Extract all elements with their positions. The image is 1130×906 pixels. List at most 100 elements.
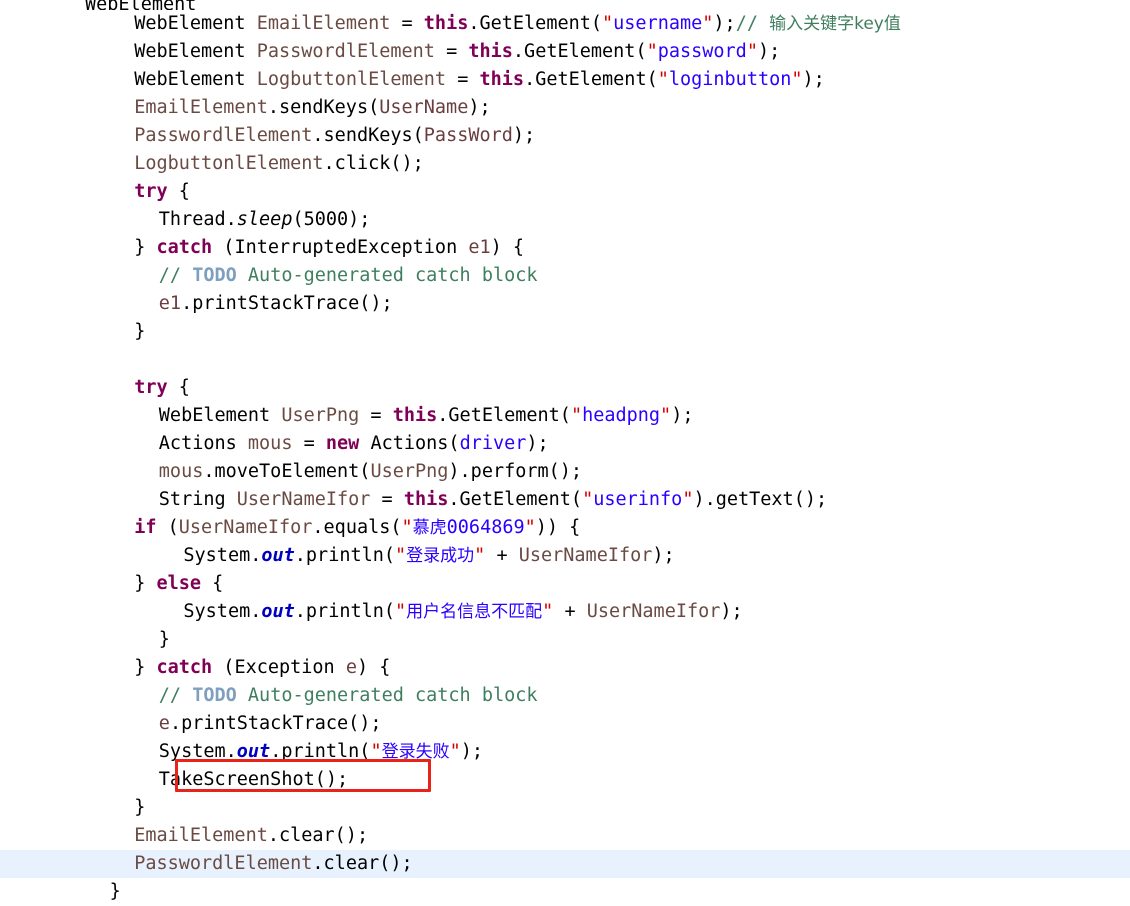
code-line[interactable]: WebElement xyxy=(0,0,1130,10)
code-token: driver xyxy=(459,433,527,454)
code-token: UserName xyxy=(379,97,469,118)
code-token: = xyxy=(434,41,469,62)
code-line-content: Actions mous = new Actions(driver); xyxy=(0,430,1130,458)
code-line[interactable]: LogbuttonlElement.click(); xyxy=(0,150,1130,178)
code-token: PasswordlElement xyxy=(256,41,435,62)
code-line[interactable]: } xyxy=(0,794,1130,822)
code-line[interactable]: } xyxy=(0,626,1130,654)
code-token: UserPng xyxy=(370,461,449,482)
code-token: try xyxy=(134,377,168,398)
code-line[interactable]: System.out.println("登录成功" + UserNameIfor… xyxy=(0,542,1130,570)
code-token: " xyxy=(682,489,694,510)
code-token: (InterruptedException xyxy=(212,237,469,258)
code-token: " xyxy=(646,41,658,62)
code-token: } xyxy=(158,629,170,650)
code-token: (Exception xyxy=(212,657,346,678)
code-line-content: e.printStackTrace(); xyxy=(0,710,1130,738)
code-token: { xyxy=(167,181,190,202)
code-token: 0064869 xyxy=(446,517,525,538)
code-token: userinfo xyxy=(593,489,683,510)
code-line[interactable]: WebElement UserPng = this.GetElement("he… xyxy=(0,402,1130,430)
code-line-content: try { xyxy=(0,374,1130,402)
code-token: " xyxy=(660,405,672,426)
code-line[interactable]: Thread.sleep(5000); xyxy=(0,206,1130,234)
code-token: 登录成功 xyxy=(406,546,475,566)
code-line[interactable]: WebElement EmailElement = this.GetElemen… xyxy=(0,10,1130,38)
code-token: .sendKeys( xyxy=(267,97,380,118)
code-token: .GetElement( xyxy=(448,489,583,510)
code-line[interactable]: } else { xyxy=(0,570,1130,598)
code-token: e1 xyxy=(158,293,182,314)
code-line[interactable]: e.printStackTrace(); xyxy=(0,710,1130,738)
code-token: ); xyxy=(526,433,549,454)
code-token: .printStackTrace(); xyxy=(181,293,393,314)
code-line[interactable]: if (UserNameIfor.equals("慕虎0064869")) { xyxy=(0,514,1130,542)
code-line[interactable]: EmailElement.clear(); xyxy=(0,822,1130,850)
code-token: out xyxy=(236,741,271,762)
code-token: ); xyxy=(468,97,491,118)
code-line[interactable]: } catch (InterruptedException e1) { xyxy=(0,234,1130,262)
code-line-content: } xyxy=(0,318,1130,346)
code-line[interactable]: // TODO Auto-generated catch block xyxy=(0,682,1130,710)
code-line[interactable]: // TODO Auto-generated catch block xyxy=(0,262,1130,290)
code-token: // xyxy=(158,265,193,286)
code-line[interactable]: } xyxy=(0,878,1130,906)
code-line[interactable]: TakeScreenShot(); xyxy=(0,766,1130,794)
code-line[interactable]: System.out.println("登录失败"); xyxy=(0,738,1130,766)
code-token: ); xyxy=(652,545,675,566)
code-line[interactable]: e1.printStackTrace(); xyxy=(0,290,1130,318)
code-line[interactable]: Actions mous = new Actions(driver); xyxy=(0,430,1130,458)
code-token: TakeScreenShot(); xyxy=(158,769,349,790)
code-line[interactable]: WebElement LogbuttonlElement = this.GetE… xyxy=(0,66,1130,94)
code-line[interactable]: } catch (Exception e) { xyxy=(0,654,1130,682)
code-token: Auto-generated catch block xyxy=(236,685,538,706)
code-token: 输入关键字key值 xyxy=(769,14,901,34)
code-token: System. xyxy=(158,741,237,762)
code-token: headpng xyxy=(582,405,661,426)
code-line[interactable]: try { xyxy=(0,374,1130,402)
code-line[interactable]: String UserNameIfor = this.GetElement("u… xyxy=(0,486,1130,514)
code-token: ).getText(); xyxy=(693,489,828,510)
code-token: this xyxy=(403,489,449,510)
code-line[interactable]: PasswordlElement.sendKeys(PassWord); xyxy=(0,122,1130,150)
code-line[interactable]: mous.moveToElement(UserPng).perform(); xyxy=(0,458,1130,486)
code-line[interactable]: try { xyxy=(0,178,1130,206)
code-token: } xyxy=(134,321,146,342)
code-line-content: TakeScreenShot(); xyxy=(0,766,1130,794)
code-line[interactable]: } xyxy=(0,318,1130,346)
code-token: 登录失败 xyxy=(381,742,450,762)
code-token: e1 xyxy=(468,237,491,258)
code-token: ).perform(); xyxy=(448,461,583,482)
code-token: .click(); xyxy=(323,153,424,174)
code-token: Thread. xyxy=(158,209,237,230)
code-token: Auto-generated catch block xyxy=(236,265,538,286)
code-token: .GetElement( xyxy=(524,69,658,90)
code-line-content: EmailElement.sendKeys(UserName); xyxy=(0,94,1130,122)
code-line-content: String UserNameIfor = this.GetElement("u… xyxy=(0,486,1130,514)
code-token: .GetElement( xyxy=(468,13,603,34)
code-token: LogbuttonlElement xyxy=(256,69,447,90)
code-token: (5000); xyxy=(292,209,371,230)
code-token: " xyxy=(542,601,554,622)
code-line-content: Thread.sleep(5000); xyxy=(0,206,1130,234)
code-lines-container[interactable]: WebElement WebElement EmailElement = thi… xyxy=(0,0,1130,906)
code-token: catch xyxy=(156,657,213,678)
code-token: .clear(); xyxy=(312,853,413,874)
code-token: username xyxy=(613,13,703,34)
code-token: + xyxy=(485,545,519,566)
code-token: PasswordlElement xyxy=(134,853,313,874)
code-line[interactable]: System.out.println("用户名信息不匹配" + UserName… xyxy=(0,598,1130,626)
code-token: " xyxy=(395,545,407,566)
code-line[interactable]: PasswordlElement.clear(); xyxy=(0,850,1130,878)
code-token: else xyxy=(156,573,202,594)
code-line[interactable]: WebElement PasswordlElement = this.GetEl… xyxy=(0,38,1130,66)
code-line-content: } xyxy=(0,626,1130,654)
code-token: " xyxy=(570,405,583,426)
code-line-content: WebElement LogbuttonlElement = this.GetE… xyxy=(0,66,1130,94)
code-token: WebElement xyxy=(158,405,282,426)
code-editor-viewport[interactable]: WebElement WebElement EmailElement = thi… xyxy=(0,0,1130,902)
code-line-content: WebElement UserPng = this.GetElement("he… xyxy=(0,402,1130,430)
code-token: UserPng xyxy=(281,405,360,426)
code-line[interactable] xyxy=(0,346,1130,374)
code-line[interactable]: EmailElement.sendKeys(UserName); xyxy=(0,94,1130,122)
